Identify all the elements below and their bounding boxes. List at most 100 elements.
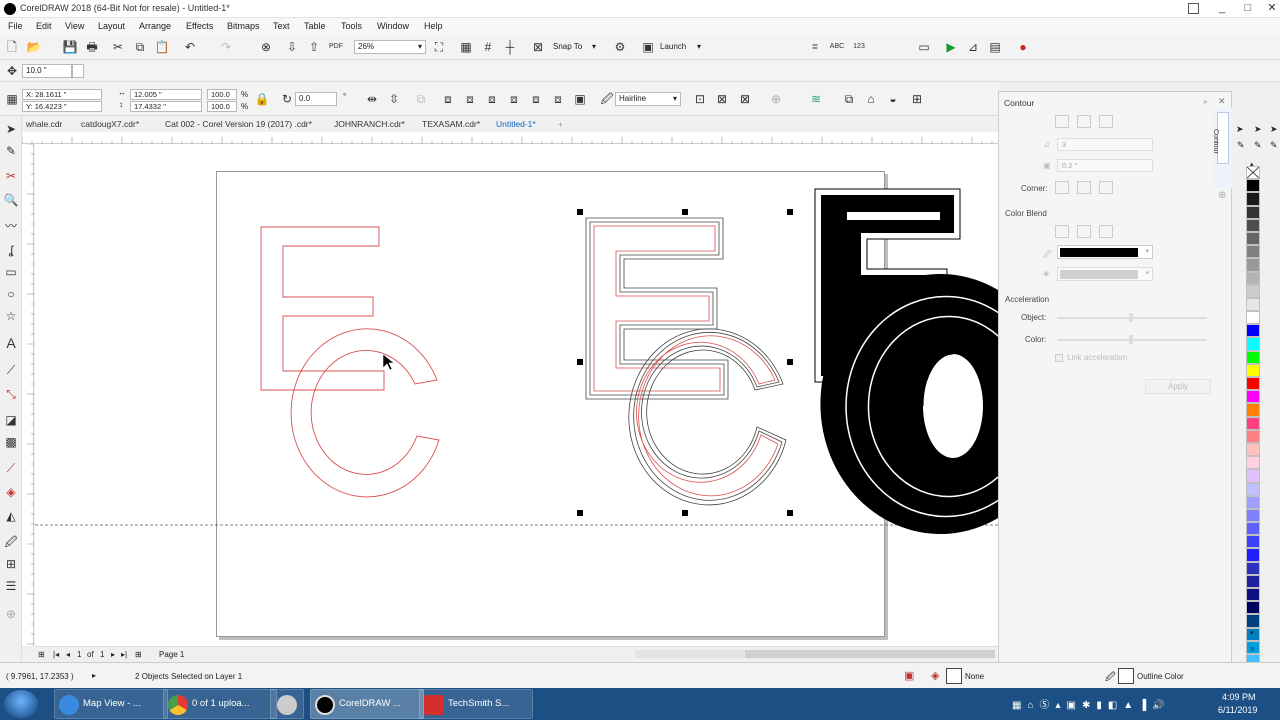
horizontal-scrollbar[interactable] <box>635 650 995 658</box>
wrap-text-icon[interactable]: ⊡ <box>692 91 708 107</box>
show-rulers-icon[interactable]: ▦ <box>458 39 474 55</box>
eraser-icon[interactable]: ➤ <box>1270 124 1278 135</box>
parallel-dimension-icon[interactable]: ⟋ <box>3 362 19 378</box>
contour-docker-tab[interactable]: Contour <box>1212 112 1229 164</box>
stop-icon[interactable]: ⊿ <box>965 39 981 55</box>
horizontal-ruler[interactable] <box>21 132 998 144</box>
object-origin-icon[interactable]: ▦ <box>4 91 20 107</box>
crop-tool-icon[interactable]: ✂ <box>3 168 19 184</box>
add-page-icon[interactable]: ⊞ <box>135 650 142 659</box>
expand-status-icon[interactable]: ▸ <box>92 671 96 680</box>
snap-icon[interactable]: ⊠ <box>530 39 546 55</box>
tab-untitled-1[interactable]: Untitled-1* <box>496 119 536 129</box>
smart-fill-icon[interactable]: ◭ <box>3 508 19 524</box>
taskbar-chrome[interactable]: 0 of 1 uploa... <box>163 689 277 719</box>
freehand-tool-icon[interactable]: 〰 <box>3 218 19 234</box>
palette-swatch[interactable] <box>1246 231 1260 246</box>
transparency-tool-icon[interactable]: ▩ <box>3 434 19 450</box>
nudge-distance-input[interactable]: 10.0 " <box>22 64 72 78</box>
back-minus-front-icon[interactable]: ⧈ <box>550 91 566 107</box>
undo-icon[interactable]: ↶ <box>182 39 198 55</box>
prev-page-icon[interactable]: ◂ <box>66 650 70 659</box>
clear-effect-icon[interactable]: ⊞ <box>909 91 925 107</box>
no-fill-swatch[interactable] <box>946 668 962 684</box>
clock-date[interactable]: 6/11/2019 <box>1218 705 1257 715</box>
outline-color-swatch[interactable] <box>1118 668 1134 684</box>
copy-icon[interactable]: ⧉ <box>132 39 148 55</box>
palette-swatch[interactable] <box>1246 311 1260 325</box>
offset-input[interactable]: 0.2 " <box>1057 159 1153 172</box>
envelope-icon[interactable]: ⌂ <box>863 91 879 107</box>
print-icon[interactable]: 🖶 <box>84 39 100 55</box>
open-icon[interactable]: 📂 <box>26 39 42 55</box>
palette-swatch[interactable] <box>1246 456 1260 470</box>
height-input[interactable]: 17.4332 " <box>130 101 202 112</box>
current-page[interactable]: 1 <box>77 650 81 659</box>
palette-swatch[interactable] <box>1246 588 1260 602</box>
pdf-icon[interactable]: PDF <box>328 39 344 55</box>
front-minus-back-icon[interactable]: ⧈ <box>528 91 544 107</box>
connector-tool-icon[interactable]: ⤡ <box>3 386 19 402</box>
scrollbar-thumb[interactable] <box>745 650 995 658</box>
color-slider-thumb[interactable] <box>1129 335 1133 344</box>
clock-time[interactable]: 4:09 PM <box>1222 692 1256 702</box>
taskbar-techsmith[interactable]: TechSmith S... <box>419 689 533 719</box>
full-screen-icon[interactable]: ⛶ <box>431 39 447 55</box>
palette-swatch[interactable] <box>1246 218 1260 232</box>
blend-clockwise-icon[interactable] <box>1077 225 1091 238</box>
tab-texasam[interactable]: TEXASAM.cdr* <box>422 119 480 129</box>
palette-swatch[interactable] <box>1246 390 1260 404</box>
adjust-icon[interactable]: ☰ <box>3 578 19 594</box>
tab-catdoug[interactable]: catdougX7.cdr* <box>81 119 139 129</box>
scale-height-input[interactable]: 100.0 <box>207 101 237 112</box>
pen-icon[interactable]: ✎ <box>1237 140 1245 151</box>
outline-pen-tool-icon[interactable]: 🖉 <box>3 534 19 550</box>
fill-color-picker[interactable]: ▾ <box>1057 267 1153 281</box>
palette-swatch[interactable] <box>1246 522 1260 536</box>
nudge-spinner[interactable] <box>72 64 84 78</box>
palette-swatch[interactable] <box>1246 337 1260 351</box>
polygon-tool-icon[interactable]: ☆ <box>3 308 19 324</box>
redo-icon[interactable]: ↷ <box>218 39 234 55</box>
palette-swatch[interactable] <box>1246 350 1260 364</box>
intersect-icon[interactable]: ⧈ <box>484 91 500 107</box>
minimize-button[interactable]: _ <box>1208 0 1236 18</box>
add-docker-icon[interactable]: ⊕ <box>1218 190 1226 201</box>
palette-swatch[interactable] <box>1246 548 1260 562</box>
contour-to-center-icon[interactable] <box>1055 115 1069 128</box>
start-button[interactable] <box>4 690 38 718</box>
palette-scroll-up-icon[interactable]: ▴ <box>1250 160 1254 168</box>
vertical-ruler[interactable] <box>22 143 34 646</box>
menu-text[interactable]: Text <box>273 21 290 31</box>
steps-input[interactable]: 3 <box>1057 138 1153 151</box>
palette-swatch[interactable] <box>1246 495 1260 509</box>
launch-icon[interactable]: ▣ <box>640 39 656 55</box>
expand-icon[interactable]: » <box>1203 97 1207 106</box>
menu-tools[interactable]: Tools <box>341 21 362 31</box>
last-page-icon[interactable]: ▸| <box>121 650 127 659</box>
search-content-icon[interactable]: ⊗ <box>258 39 274 55</box>
palette-swatch[interactable] <box>1246 469 1260 483</box>
palette-swatch[interactable] <box>1246 205 1260 219</box>
save-icon[interactable]: 💾 <box>62 39 78 55</box>
palette-swatch[interactable] <box>1246 377 1260 391</box>
align-text-icon[interactable]: ≣ <box>807 39 823 55</box>
numbers-icon[interactable]: 123 <box>851 39 867 55</box>
drawing-canvas[interactable] <box>35 144 998 646</box>
contour-outside-icon[interactable] <box>1099 115 1113 128</box>
simplify-icon[interactable]: ⧈ <box>506 91 522 107</box>
drop-shadow-icon[interactable]: ◪ <box>3 412 19 428</box>
palette-swatch[interactable] <box>1246 416 1260 430</box>
first-page-icon[interactable]: |◂ <box>53 650 59 659</box>
y-position-input[interactable]: Y: 16.4223 " <box>22 101 102 112</box>
palette-swatch[interactable] <box>1246 192 1260 206</box>
palette-swatch[interactable] <box>1246 429 1260 443</box>
palette-swatch[interactable] <box>1246 601 1260 615</box>
outline-color-picker[interactable]: ▾ <box>1057 245 1153 259</box>
options-gear-icon[interactable]: ⚙ <box>612 39 628 55</box>
letter-c-outline[interactable] <box>290 328 440 498</box>
page-tab[interactable]: Page 1 <box>159 650 184 659</box>
text-tool-icon[interactable]: A <box>3 335 19 351</box>
mesh-fill-icon[interactable]: ⊞ <box>3 556 19 572</box>
macro-icon[interactable]: ▤ <box>987 39 1003 55</box>
